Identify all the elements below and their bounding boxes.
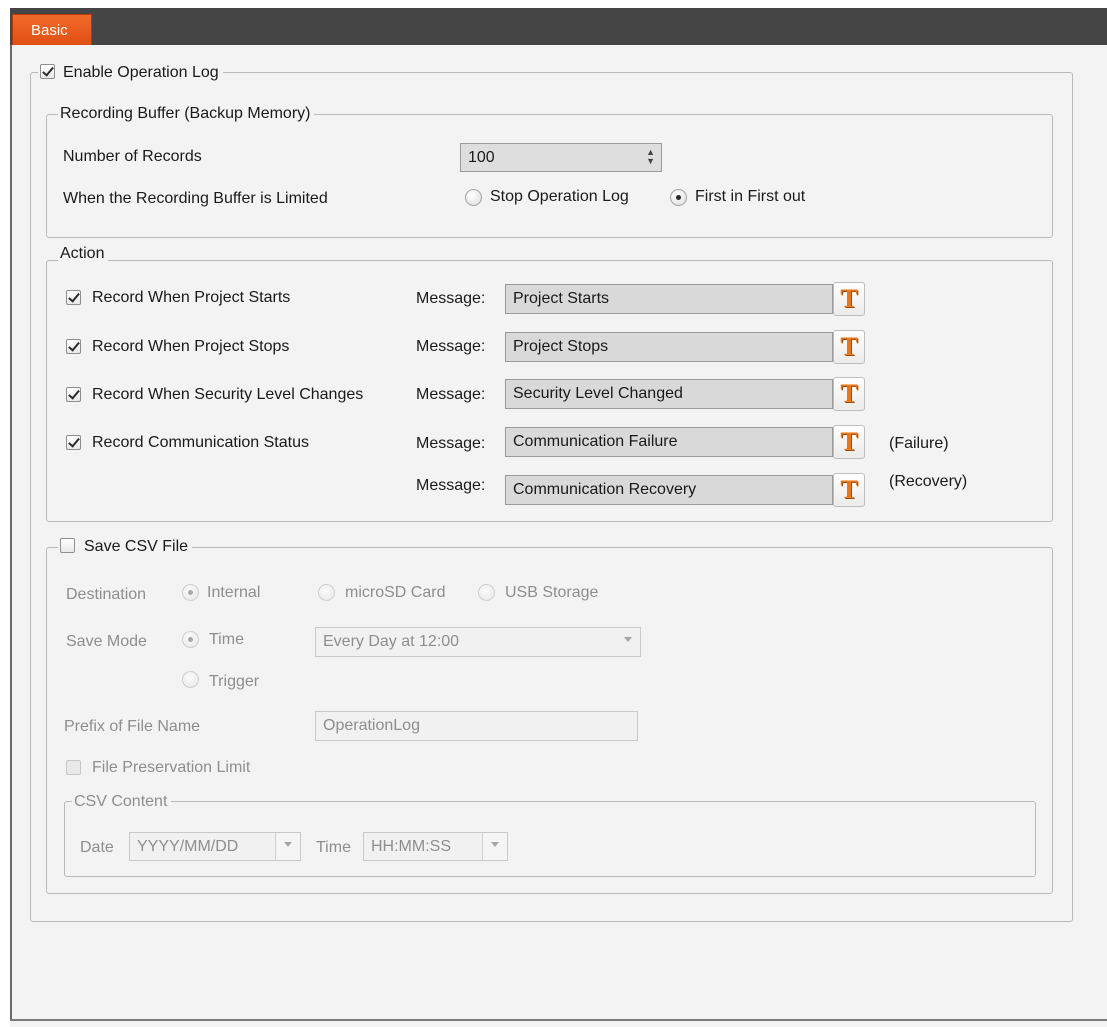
- record-security-level-checkbox[interactable]: [66, 387, 81, 402]
- record-project-stops-checkbox[interactable]: [66, 339, 81, 354]
- failure-suffix-label: (Failure): [889, 435, 949, 452]
- record-project-starts-label[interactable]: Record When Project Starts: [92, 288, 290, 308]
- save-mode-trigger-radio[interactable]: [182, 671, 199, 688]
- schedule-dropdown[interactable]: Every Day at 12:00: [315, 627, 641, 657]
- save-mode-trigger-label[interactable]: Trigger: [209, 672, 259, 692]
- prefix-input[interactable]: OperationLog: [315, 711, 638, 741]
- stop-operation-log-radio[interactable]: [465, 189, 482, 206]
- destination-usb-label[interactable]: USB Storage: [505, 583, 598, 603]
- number-of-records-spinner[interactable]: 100 ▲ ▼: [460, 143, 662, 172]
- recording-buffer-group: [46, 114, 1053, 238]
- record-project-stops-label[interactable]: Record When Project Stops: [92, 337, 289, 357]
- message-label: Message:: [416, 435, 486, 452]
- time-label: Time: [316, 839, 351, 856]
- recovery-suffix-label: (Recovery): [889, 473, 968, 490]
- enable-operation-log-label[interactable]: Enable Operation Log: [63, 64, 219, 81]
- date-dropdown-button[interactable]: [275, 833, 300, 860]
- destination-internal-label[interactable]: Internal: [207, 583, 260, 603]
- message-label: Message:: [416, 386, 486, 403]
- first-in-first-out-radio[interactable]: [670, 189, 687, 206]
- dropdown-arrow-icon: [491, 842, 499, 847]
- enable-operation-log-legend: Enable Operation Log: [38, 63, 223, 83]
- destination-label: Destination: [66, 586, 147, 603]
- date-format-value: YYYY/MM/DD: [137, 838, 239, 855]
- text-insert-icon[interactable]: T: [833, 330, 865, 364]
- time-format-value: HH:MM:SS: [371, 838, 451, 855]
- time-dropdown-button[interactable]: [482, 833, 507, 860]
- record-project-starts-checkbox[interactable]: [66, 290, 81, 305]
- csv-content-legend: CSV Content: [72, 792, 172, 812]
- record-communication-status-checkbox[interactable]: [66, 435, 81, 450]
- text-insert-icon[interactable]: T: [833, 473, 865, 507]
- text-insert-icon[interactable]: T: [833, 377, 865, 411]
- project-stops-message-field[interactable]: Project Stops: [505, 332, 833, 362]
- number-of-records-value: 100: [468, 149, 495, 166]
- date-format-dropdown[interactable]: YYYY/MM/DD: [129, 832, 301, 861]
- stop-operation-log-label[interactable]: Stop Operation Log: [490, 187, 629, 207]
- message-label: Message:: [416, 338, 486, 355]
- time-format-dropdown[interactable]: HH:MM:SS: [363, 832, 508, 861]
- buffer-limited-label: When the Recording Buffer is Limited: [63, 190, 328, 207]
- dropdown-arrow-icon[interactable]: [624, 637, 632, 642]
- save-mode-time-label[interactable]: Time: [209, 630, 244, 650]
- destination-internal-radio[interactable]: [182, 584, 199, 601]
- tab-basic[interactable]: Basic: [12, 14, 92, 45]
- text-insert-icon[interactable]: T: [833, 282, 865, 316]
- project-starts-message-field[interactable]: Project Starts: [505, 284, 833, 314]
- dropdown-arrow-icon: [284, 842, 292, 847]
- communication-failure-message-field[interactable]: Communication Failure: [505, 427, 833, 457]
- prefix-label: Prefix of File Name: [64, 718, 201, 735]
- schedule-value: Every Day at 12:00: [323, 633, 460, 650]
- spinner-arrows-icon[interactable]: ▲ ▼: [646, 148, 655, 166]
- save-csv-label[interactable]: Save CSV File: [84, 538, 188, 555]
- operation-log-settings-window: Basic Enable Operation Log Recording Buf…: [10, 8, 1107, 1027]
- left-border: [10, 45, 12, 1019]
- save-csv-checkbox[interactable]: [60, 538, 75, 553]
- enable-operation-log-checkbox[interactable]: [40, 64, 55, 79]
- destination-microsd-label[interactable]: microSD Card: [345, 583, 445, 603]
- number-of-records-label: Number of Records: [63, 148, 202, 165]
- bottom-border: [10, 1019, 1107, 1021]
- message-label: Message:: [416, 477, 486, 494]
- message-label: Message:: [416, 290, 486, 307]
- save-mode-label: Save Mode: [66, 633, 147, 650]
- communication-recovery-message-field[interactable]: Communication Recovery: [505, 475, 833, 505]
- destination-usb-radio[interactable]: [478, 584, 495, 601]
- recording-buffer-legend: Recording Buffer (Backup Memory): [58, 104, 315, 124]
- file-preservation-limit-checkbox[interactable]: [66, 760, 81, 775]
- save-csv-legend: Save CSV File: [58, 537, 193, 557]
- record-security-level-label[interactable]: Record When Security Level Changes: [92, 385, 363, 405]
- action-legend: Action: [58, 244, 109, 264]
- file-preservation-limit-label[interactable]: File Preservation Limit: [92, 758, 250, 778]
- record-communication-status-label[interactable]: Record Communication Status: [92, 433, 309, 453]
- destination-microsd-radio[interactable]: [318, 584, 335, 601]
- save-mode-time-radio[interactable]: [182, 631, 199, 648]
- date-label: Date: [80, 839, 114, 856]
- security-level-message-field[interactable]: Security Level Changed: [505, 379, 833, 409]
- tab-bar: Basic: [10, 8, 1107, 45]
- first-in-first-out-label[interactable]: First in First out: [695, 187, 805, 207]
- text-insert-icon[interactable]: T: [833, 425, 865, 459]
